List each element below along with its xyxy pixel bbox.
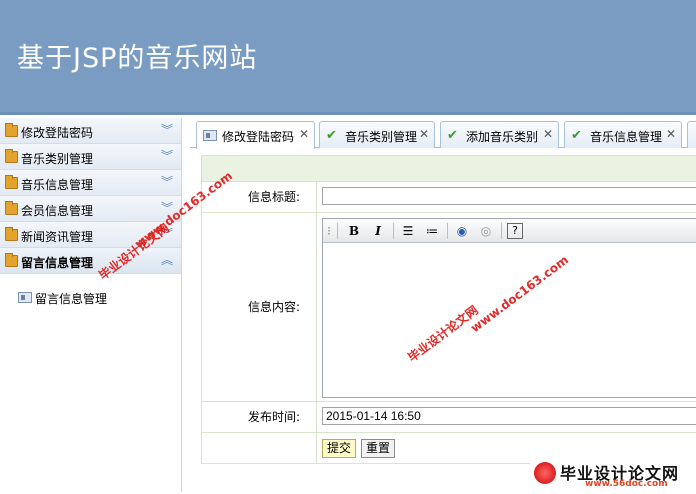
bold-button[interactable]: B <box>345 223 363 239</box>
sidebar: 修改登陆密码 ︾ 音乐类别管理 ︾ 音乐信息管理 ︾ 会员信息管理 ︾ 新闻资讯… <box>0 118 182 492</box>
toolbar-separator <box>393 223 394 239</box>
sidebar-section-label: 留言信息管理 <box>21 254 93 271</box>
check-icon: ✔ <box>571 129 582 142</box>
close-icon[interactable]: ✕ <box>419 127 429 141</box>
folder-icon <box>5 203 18 215</box>
italic-button[interactable]: I <box>369 223 387 239</box>
sidebar-section-body: 留言信息管理 <box>0 274 181 494</box>
tab-label: 添加音乐类别 <box>466 128 538 145</box>
content-label: 信息内容: <box>202 213 317 401</box>
reset-button[interactable]: 重置 <box>361 439 395 458</box>
chevron-double-down-icon[interactable]: ︾ <box>161 148 173 164</box>
editor-toolbar: ⁝ B I ☰ ≔ ◉ ◎ ? <box>323 219 696 243</box>
header-divider <box>0 112 696 115</box>
close-icon[interactable]: ✕ <box>543 127 553 141</box>
sidebar-section-label: 会员信息管理 <box>21 202 93 219</box>
folder-icon <box>5 151 18 163</box>
sidebar-item-label: 留言信息管理 <box>35 290 107 307</box>
folder-icon <box>5 229 18 241</box>
sidebar-section-messages[interactable]: 留言信息管理 ︽ <box>0 248 181 274</box>
title-input[interactable] <box>322 187 696 205</box>
sidebar-section-member-info[interactable]: 会员信息管理 ︾ <box>0 196 181 222</box>
site-logo: 毕业设计论文网 www.56doc.com <box>530 458 696 492</box>
user-card-icon <box>203 130 217 141</box>
header-banner: 基于JSP的音乐网站 <box>0 0 696 115</box>
unlink-icon[interactable]: ◎ <box>477 223 495 239</box>
title-cell <box>318 182 696 212</box>
site-title: 基于JSP的音乐网站 <box>17 36 257 75</box>
tab-overflow[interactable] <box>687 121 696 148</box>
folder-icon <box>5 177 18 189</box>
chevron-double-up-icon[interactable]: ︽ <box>161 252 173 268</box>
actions-label <box>202 433 317 463</box>
chevron-double-down-icon[interactable]: ︾ <box>161 174 173 190</box>
check-icon: ✔ <box>326 129 337 142</box>
tab-label: 音乐信息管理 <box>590 128 662 145</box>
message-form: 信息标题: 信息内容: ⁝ B I ☰ ≔ ◉ ◎ ? <box>201 155 696 464</box>
form-header-strip <box>201 155 696 182</box>
tab-bar: 修改登陆密码 ✕ ✔ 音乐类别管理 ✕ ✔ 添加音乐类别 ✕ ✔ 音乐信息管理 … <box>190 118 696 148</box>
sidebar-section-music-category[interactable]: 音乐类别管理 ︾ <box>0 144 181 170</box>
form-row-content: 信息内容: ⁝ B I ☰ ≔ ◉ ◎ ? <box>201 213 696 402</box>
close-icon[interactable]: ✕ <box>299 127 309 141</box>
ordered-list-icon[interactable]: ☰ <box>399 223 417 239</box>
toolbar-separator <box>447 223 448 239</box>
tab-label: 音乐类别管理 <box>345 128 417 145</box>
sidebar-section-music-info[interactable]: 音乐信息管理 ︾ <box>0 170 181 196</box>
form-row-time: 发布时间: <box>201 402 696 433</box>
help-button[interactable]: ? <box>507 223 523 239</box>
tab-label: 修改登陆密码 <box>222 128 294 145</box>
tab-change-password[interactable]: 修改登陆密码 ✕ <box>196 121 315 149</box>
check-icon: ✔ <box>447 129 458 142</box>
toolbar-separator <box>501 223 502 239</box>
logo-mark-icon <box>534 462 556 484</box>
unordered-list-icon[interactable]: ≔ <box>423 223 441 239</box>
form-row-title: 信息标题: <box>201 182 696 213</box>
toolbar-grip-icon: ⁝ <box>325 223 333 239</box>
sidebar-section-change-password[interactable]: 修改登陆密码 ︾ <box>0 118 181 144</box>
tab-add-music-category[interactable]: ✔ 添加音乐类别 ✕ <box>440 121 559 148</box>
time-label: 发布时间: <box>202 402 317 432</box>
folder-icon <box>5 255 18 267</box>
chevron-double-down-icon[interactable]: ︾ <box>161 122 173 138</box>
tab-music-category[interactable]: ✔ 音乐类别管理 ✕ <box>319 121 435 148</box>
sidebar-section-label: 修改登陆密码 <box>21 124 93 141</box>
user-card-icon <box>18 292 32 303</box>
submit-button[interactable]: 提交 <box>322 439 356 458</box>
time-cell <box>318 402 696 432</box>
toolbar-separator <box>337 223 338 239</box>
sidebar-section-label: 新闻资讯管理 <box>21 228 93 245</box>
publish-time-input[interactable] <box>322 407 696 425</box>
folder-icon <box>5 125 18 137</box>
sidebar-section-label: 音乐信息管理 <box>21 176 93 193</box>
sidebar-section-label: 音乐类别管理 <box>21 150 93 167</box>
link-icon[interactable]: ◉ <box>453 223 471 239</box>
close-icon[interactable]: ✕ <box>666 127 676 141</box>
logo-url: www.56doc.com <box>585 479 668 489</box>
tab-music-info[interactable]: ✔ 音乐信息管理 ✕ <box>564 121 682 148</box>
